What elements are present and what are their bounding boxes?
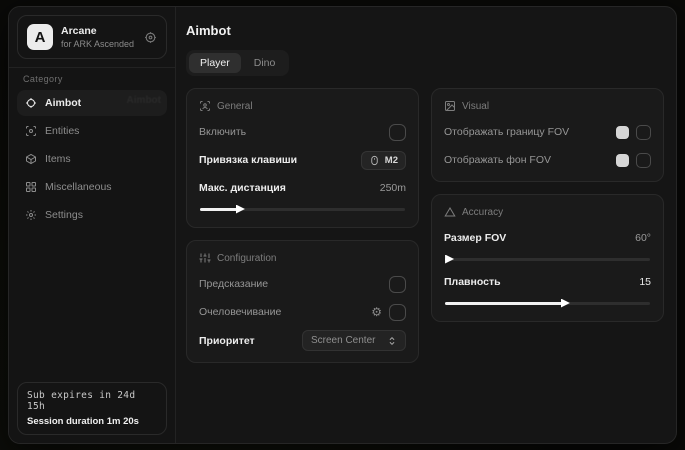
sidebar-item-aimbot[interactable]: Aimbot Aimbot (17, 90, 167, 116)
ghost-artifact: Aimbot (127, 95, 161, 106)
max-distance-label: Макс. дистанция (199, 182, 286, 194)
crosshair-icon (25, 97, 37, 109)
fov-size-label: Размер FOV (444, 232, 506, 244)
fov-size-value: 60° (635, 232, 651, 244)
keybind-value: M2 (385, 155, 398, 166)
max-distance-value: 250m (380, 182, 406, 194)
subscription-card: Sub expires in 24d 15h Session duration … (17, 382, 167, 435)
priority-value: Screen Center (311, 335, 375, 346)
sidebar-item-label: Items (45, 153, 71, 165)
target-tabs: Player Dino (186, 50, 289, 76)
prediction-checkbox[interactable] (389, 276, 406, 293)
category-label: Category (9, 67, 175, 88)
smoothness-slider[interactable] (445, 298, 650, 308)
chevrons-up-down-icon (387, 336, 397, 346)
sub-expires-text: Sub expires in 24d 15h (27, 390, 157, 412)
package-icon (25, 153, 37, 165)
sidebar-nav: Aimbot Aimbot Entities Items Miscellane (9, 88, 175, 230)
mouse-icon (369, 155, 380, 166)
fov-background-label: Отображать фон FOV (444, 154, 551, 166)
sidebar-item-miscellaneous[interactable]: Miscellaneous (17, 174, 167, 200)
slider-thumb[interactable] (561, 299, 570, 308)
prediction-label: Предсказание (199, 278, 268, 290)
brand-title: Arcane (61, 25, 136, 37)
grid-icon (25, 181, 37, 193)
smoothness-label: Плавность (444, 276, 501, 288)
cheat-menu-window: A Arcane for ARK Ascended Category Aimbo… (8, 6, 677, 444)
humanization-checkbox[interactable] (389, 304, 406, 321)
humanization-label: Очеловечивание (199, 306, 281, 318)
tab-player[interactable]: Player (189, 53, 241, 73)
enable-checkbox[interactable] (389, 124, 406, 141)
panel-header-label: Accuracy (462, 207, 503, 218)
fov-border-color-swatch[interactable] (616, 126, 629, 139)
smoothness-value: 15 (639, 276, 651, 288)
fov-border-label: Отображать границу FOV (444, 126, 569, 138)
sidebar-item-label: Miscellaneous (45, 181, 112, 193)
sidebar-item-entities[interactable]: Entities (17, 118, 167, 144)
sidebar-item-settings[interactable]: Settings (17, 202, 167, 228)
panel-header-label: Visual (462, 101, 489, 112)
configuration-panel: Configuration Предсказание Очеловечивани… (186, 240, 419, 363)
keybind-button[interactable]: M2 (361, 151, 406, 170)
fov-size-slider[interactable] (445, 254, 650, 264)
sliders-icon (199, 252, 211, 264)
keybind-label: Привязка клавиши (199, 154, 297, 166)
slider-thumb[interactable] (445, 255, 454, 264)
sidebar: A Arcane for ARK Ascended Category Aimbo… (9, 7, 176, 443)
sidebar-item-label: Aimbot (45, 97, 81, 109)
tab-dino[interactable]: Dino (243, 53, 287, 73)
gear-icon (25, 209, 37, 221)
enable-label: Включить (199, 126, 246, 138)
general-panel: General Включить Привязка клавиши M2 (186, 88, 419, 228)
target-icon[interactable] (144, 31, 157, 44)
brand-card: A Arcane for ARK Ascended (17, 15, 167, 59)
session-duration-text: Session duration 1m 20s (27, 416, 157, 427)
accuracy-panel: Accuracy Размер FOV 60° Плавность 15 (431, 194, 664, 322)
main-content: Aimbot Player Dino General Включить (176, 7, 676, 443)
image-icon (444, 100, 456, 112)
sidebar-item-label: Settings (45, 209, 83, 221)
fov-background-color-swatch[interactable] (616, 154, 629, 167)
fov-border-checkbox[interactable] (636, 125, 651, 140)
scan-icon (25, 125, 37, 137)
page-title: Aimbot (186, 23, 664, 38)
slider-thumb[interactable] (236, 205, 245, 214)
humanization-gear-icon[interactable]: ⚙ (371, 306, 382, 318)
panel-header-label: Configuration (217, 253, 276, 264)
scan-person-icon (199, 100, 211, 112)
max-distance-slider[interactable] (200, 204, 405, 214)
brand-subtitle: for ARK Ascended (61, 39, 136, 49)
sidebar-item-label: Entities (45, 125, 79, 137)
sidebar-item-items[interactable]: Items (17, 146, 167, 172)
priority-select[interactable]: Screen Center (302, 330, 406, 351)
triangle-icon (444, 206, 456, 218)
visual-panel: Visual Отображать границу FOV Отображать… (431, 88, 664, 182)
priority-label: Приоритет (199, 335, 255, 347)
brand-logo: A (27, 24, 53, 50)
fov-background-checkbox[interactable] (636, 153, 651, 168)
panel-header-label: General (217, 101, 253, 112)
